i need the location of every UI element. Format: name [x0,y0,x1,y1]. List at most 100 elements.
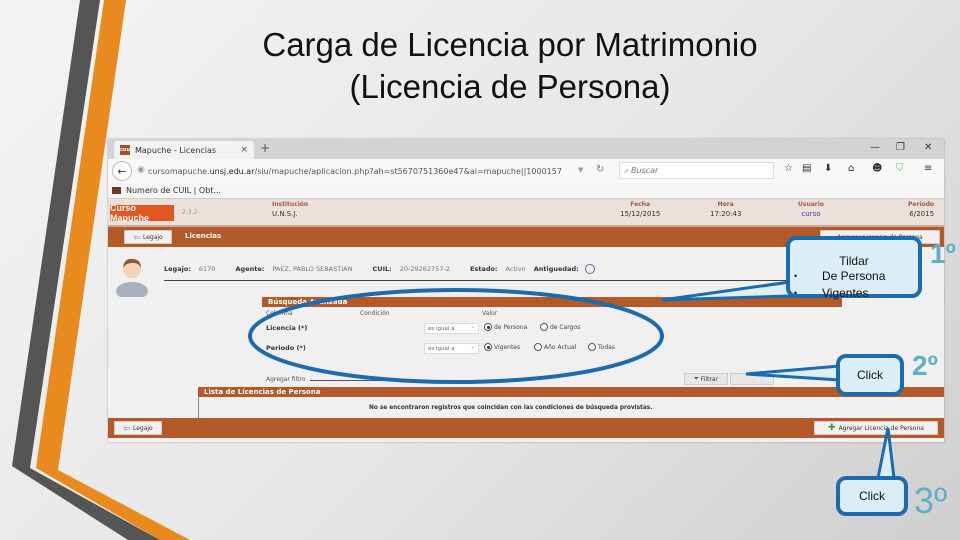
agent-info: Legajo: 6170 Agente: PAEZ, PABLO SEBASTIAN… [164,264,595,274]
legajo-button-label: Legajo [142,233,163,241]
back-arrow-icon: ⇦ [123,423,130,433]
advanced-search-panel: Búsqueda Avanzada Columna Condición Valo… [262,297,842,375]
add-filter-select[interactable] [309,375,380,381]
usuario-value[interactable]: curso [798,210,824,218]
agente-value: PAEZ, PABLO SEBASTIAN [272,265,353,273]
tab-mapuche-licencias[interactable]: cuu Mapuche - Licencias × [114,141,254,159]
menu-icon[interactable]: ≡ [924,163,932,174]
clock-icon[interactable] [584,264,595,274]
bookmark-star-icon[interactable]: ☆ [784,163,793,174]
radio-checked-icon [484,323,492,331]
agente-label: Agente: [235,265,265,273]
limpiar-button[interactable] [730,373,774,385]
plus-icon: ✚ [828,423,836,433]
bookmark-cuil[interactable]: Numero de CUIL | Obt... [126,186,221,195]
radio-unchecked-icon [534,343,542,351]
url-domain: unsj.edu.ar [209,166,255,176]
search-placeholder: Buscar [631,166,659,175]
slide-title-line2: (Licencia de Persona) [349,68,671,105]
app-version: 2.3.2 [182,209,198,216]
antiguedad-label: Antiguedad: [533,265,579,273]
cuil-value: 20-29262757-2 [399,265,450,273]
periodo-label: Periodo [908,201,935,208]
legajo-value: 6170 [198,265,216,273]
step-number-2: 2º [912,350,938,381]
periodo-value: 6/2015 [909,210,935,218]
callout-click-filtrar: Click [836,354,904,396]
tab-title: Mapuche - Licencias [135,145,217,155]
shield-icon[interactable]: ⛉ [896,163,904,174]
close-tab-icon[interactable]: × [240,145,248,155]
radio-ano-actual[interactable]: Año Actual [534,343,576,351]
periodo-condition-select[interactable]: es igual a [424,342,479,354]
radio-label: Vigentes [494,343,521,351]
institucion-label: Institución [272,201,309,208]
institucion-value: U.N.S.J. [272,210,298,218]
estado-label: Estado: [470,265,498,273]
callout-item: De Persona [790,268,918,285]
back-button[interactable]: ← [112,161,132,181]
col-columna: Columna [266,310,293,317]
back-arrow-icon: ⇦ [133,232,140,242]
back-arrow-icon: ← [117,164,127,178]
new-tab-button[interactable]: + [260,141,270,155]
radio-vigentes[interactable]: Vigentes [484,343,520,351]
tab-bar: cuu Mapuche - Licencias × + — ❐ ✕ [108,139,944,159]
app-header: Curso Mapuche 2.3.2 Institución U.N.S.J.… [108,199,944,227]
callout-tildar-list: De Persona Vigentes [790,268,918,302]
chat-icon[interactable]: ☻ [872,163,882,174]
url-path: /siu/mapuche/aplicacion.php?ah=st5670751… [254,166,562,176]
header-hora: Hora 17:20:43 [710,201,741,218]
callout-item: Vigentes [790,285,918,302]
favicon-icon: cuu [119,145,131,155]
legajo-button[interactable]: ⇦ Legajo [124,230,172,244]
agregar-licencia-label: Agregar Licencia de Persona [838,424,924,432]
home-icon[interactable]: ⌂ [848,163,854,174]
url-bar[interactable]: cursomapuche. unsj.edu.ar/siu/mapuche/apl… [148,162,618,180]
callout-tildar: Tildar De Persona Vigentes [786,236,922,302]
reading-list-icon[interactable]: ▤ [802,163,811,174]
add-filter-label: Agregar filtro [266,376,306,383]
minimize-button[interactable]: — [870,142,880,153]
download-icon[interactable]: ⬇ [824,163,832,174]
maximize-button[interactable]: ❐ [896,142,905,153]
estado-value: Activo [505,265,526,273]
reload-icon[interactable]: ↻ [596,164,604,175]
radio-label: Todas [598,343,615,351]
search-input[interactable]: ⌕ Buscar [619,162,774,179]
hora-value: 17:20:43 [710,210,742,218]
legajo-bottom-label: Legajo [132,424,153,432]
list-title: Lista de Licencias de Persona [198,387,944,397]
url-prefix: cursomapuche. [148,166,210,176]
filtrar-button[interactable]: ⏷ Filtrar [684,373,728,385]
slide-title: Carga de Licencia por Matrimonio (Licenc… [150,24,870,108]
header-periodo: Periodo 6/2015 [908,201,934,218]
licencia-condition-select[interactable]: es igual a [424,322,479,334]
advanced-search-columns: Columna Condición Valor [262,307,842,319]
callout-tildar-title: Tildar [839,254,869,268]
agregar-licencia-button[interactable]: ✚ Agregar Licencia de Persona [814,421,938,435]
col-condicion: Condición [360,310,390,317]
legajo-bottom-button[interactable]: ⇦ Legajo [114,421,162,435]
close-window-button[interactable]: ✕ [924,142,932,153]
radio-de-cargos[interactable]: de Cargos [540,323,580,331]
logo[interactable]: Curso Mapuche [110,203,174,223]
bookmark-folder-icon [112,187,121,194]
avatar [116,258,148,297]
radio-unchecked-icon [540,323,548,331]
col-valor: Valor [482,310,498,317]
url-dropdown-icon[interactable]: ▼ [578,166,583,174]
filtrar-label: Filtrar [700,375,719,383]
page-title: Licencias [185,232,222,240]
radio-todas[interactable]: Todas [588,343,615,351]
radio-de-persona[interactable]: de Persona [484,323,527,331]
add-filter: Agregar filtro [266,375,380,383]
radio-unchecked-icon [588,343,596,351]
cuil-label: CUIL: [372,265,392,273]
step-number-1: 1º [930,238,956,269]
legajo-label: Legajo: [164,265,191,273]
header-usuario: Usuario curso [798,201,824,218]
radio-checked-icon [484,343,492,351]
usuario-label: Usuario [798,201,824,208]
filter-row-periodo: Periodo (*) es igual a Vigentes Año Actu… [262,339,842,359]
